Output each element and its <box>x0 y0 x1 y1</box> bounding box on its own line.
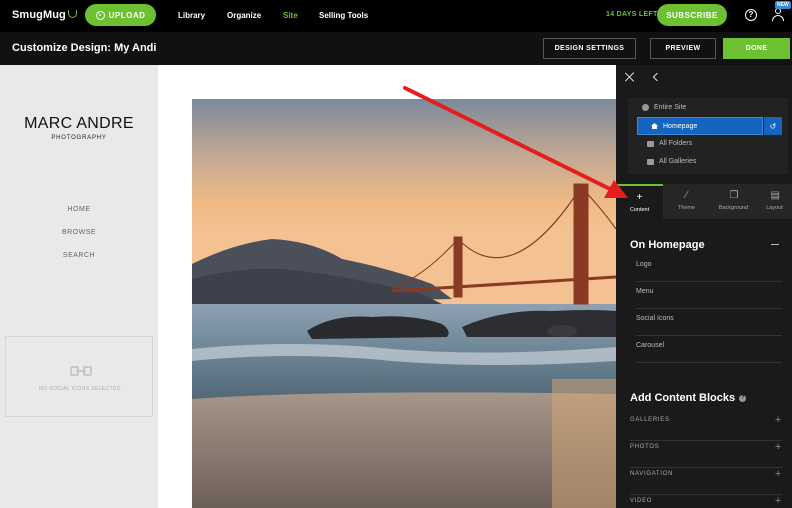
tab-background[interactable]: ❐ Background <box>710 184 757 219</box>
undo-icon[interactable]: ↺ <box>764 117 782 135</box>
close-icon[interactable] <box>625 72 635 82</box>
customize-panel: Entire Site Homepage ↺ All Folders All G… <box>616 65 792 508</box>
nav-site[interactable]: Site <box>283 11 298 20</box>
smugmug-logo[interactable]: SmugMug <box>12 9 77 21</box>
plus-icon[interactable]: + <box>775 414 782 426</box>
site-sidebar[interactable]: MARC ANDRE PHOTOGRAPHY HOME BROWSE SEARC… <box>0 65 158 508</box>
block-video-label: VIDEO <box>630 498 653 504</box>
smile-icon <box>67 10 77 18</box>
nav-selling-tools[interactable]: Selling Tools <box>319 11 368 20</box>
scope-entire-site[interactable]: Entire Site <box>642 104 686 111</box>
option-carousel[interactable]: Carousel <box>636 336 782 363</box>
golden-gate-photo <box>192 99 616 508</box>
tab-layout[interactable]: ▤ Layout <box>757 184 792 219</box>
back-chevron-icon[interactable] <box>652 72 662 82</box>
social-empty-text: NO SOCIAL ICONS SELECTED <box>39 386 121 392</box>
scope-all-folders-label: All Folders <box>659 140 693 147</box>
upload-icon <box>95 10 105 20</box>
option-menu[interactable]: Menu <box>636 282 782 309</box>
site-menu-browse[interactable]: BROWSE <box>0 229 158 236</box>
tab-theme-label: Theme <box>677 205 696 211</box>
done-button[interactable]: DONE <box>723 38 790 59</box>
help-icon[interactable]: ? <box>745 9 757 21</box>
carousel-photo[interactable] <box>192 99 616 508</box>
nav-organize[interactable]: Organize <box>227 11 261 20</box>
page-title: Customize Design: My Andi <box>12 42 157 54</box>
plus-icon: + <box>636 192 643 203</box>
plus-icon[interactable]: + <box>775 495 782 507</box>
nav-library[interactable]: Library <box>178 11 205 20</box>
gallery-icon <box>647 158 654 165</box>
background-icon: ❐ <box>729 190 739 201</box>
tab-content[interactable]: + Content <box>616 184 663 219</box>
block-photos-label: PHOTOS <box>630 444 660 450</box>
block-video[interactable]: VIDEO + <box>630 495 782 508</box>
block-galleries-label: GALLERIES <box>630 417 670 423</box>
option-logo[interactable]: Logo <box>636 255 782 282</box>
on-homepage-title: On Homepage <box>630 239 705 251</box>
social-icons-block[interactable]: NO SOCIAL ICONS SELECTED <box>5 336 153 417</box>
info-icon[interactable]: ? <box>739 394 747 402</box>
scope-homepage[interactable]: Homepage <box>637 117 763 135</box>
option-social-icons[interactable]: Social Icons <box>636 309 782 336</box>
block-navigation[interactable]: NAVIGATION + <box>630 468 782 495</box>
site-preview: MARC ANDRE PHOTOGRAPHY HOME BROWSE SEARC… <box>0 65 616 508</box>
tab-layout-label: Layout <box>766 205 783 211</box>
upload-label: UPLOAD <box>108 10 146 20</box>
preview-button[interactable]: PREVIEW <box>650 38 716 59</box>
plus-icon[interactable]: + <box>775 441 782 453</box>
plus-icon[interactable]: + <box>775 468 782 480</box>
new-badge: NEW <box>775 1 791 9</box>
home-icon <box>651 123 658 129</box>
customize-title-bar: Customize Design: My Andi DESIGN SETTING… <box>0 32 792 65</box>
tab-theme[interactable]: ⁄ Theme <box>663 184 710 219</box>
brush-icon: ⁄ <box>685 190 688 201</box>
site-brand-sub: PHOTOGRAPHY <box>51 135 107 141</box>
tab-content-label: Content <box>629 207 650 213</box>
globe-icon <box>642 104 649 111</box>
upload-button[interactable]: UPLOAD <box>85 4 156 26</box>
tab-background-label: Background <box>718 205 749 211</box>
user-icon-body <box>772 15 784 21</box>
collapse-icon[interactable] <box>771 244 779 246</box>
link-icon <box>70 366 92 376</box>
user-icon[interactable] <box>771 7 785 21</box>
scope-homepage-label: Homepage <box>663 122 698 130</box>
site-menu-home[interactable]: HOME <box>0 206 158 213</box>
site-brand-name[interactable]: MARC ANDRE <box>0 115 158 133</box>
block-galleries[interactable]: GALLERIES + <box>630 414 782 441</box>
subscribe-button[interactable]: SUBSCRIBE <box>657 4 727 26</box>
scope-all-folders[interactable]: All Folders <box>647 140 692 147</box>
design-settings-button[interactable]: DESIGN SETTINGS <box>543 38 636 59</box>
add-content-blocks-label: Add Content Blocks <box>630 392 736 404</box>
scope-entire-site-label: Entire Site <box>654 104 687 111</box>
top-navigation-bar: SmugMug UPLOAD Library Organize Site Sel… <box>0 0 792 32</box>
page-scope-selector: Entire Site Homepage ↺ All Folders All G… <box>628 98 788 174</box>
scope-all-galleries-label: All Galleries <box>659 158 697 165</box>
trial-days-left: 14 DAYS LEFT <box>606 11 658 18</box>
add-content-blocks-title: Add Content Blocks ? <box>630 392 747 404</box>
scope-all-galleries[interactable]: All Galleries <box>647 158 696 165</box>
site-menu-search[interactable]: SEARCH <box>0 252 158 259</box>
folder-icon <box>647 140 654 147</box>
layout-icon: ▤ <box>770 190 780 201</box>
block-photos[interactable]: PHOTOS + <box>630 441 782 468</box>
panel-tabs: + Content ⁄ Theme ❐ Background ▤ Layout <box>616 184 792 219</box>
block-navigation-label: NAVIGATION <box>630 471 674 477</box>
